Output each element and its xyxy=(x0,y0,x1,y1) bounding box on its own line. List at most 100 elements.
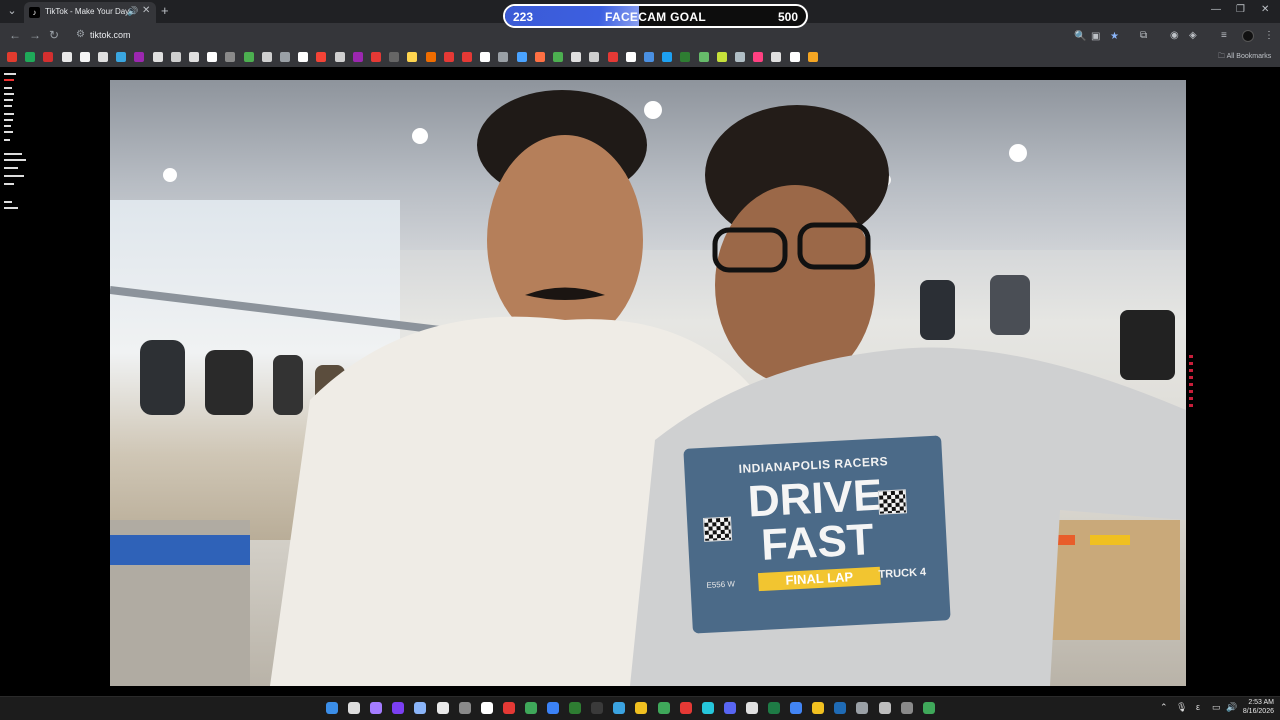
taskbar-app-icon[interactable] xyxy=(768,702,780,714)
bookmark-icon[interactable] xyxy=(753,52,764,62)
taskbar-app-icon[interactable] xyxy=(657,702,670,714)
bookmark-icon[interactable] xyxy=(389,52,400,62)
bookmark-icon[interactable] xyxy=(207,52,218,62)
bookmark-icon[interactable] xyxy=(98,52,108,62)
tray-overflow-icon[interactable]: ⌃ xyxy=(1160,702,1168,713)
taskbar-app-icon[interactable] xyxy=(591,702,604,714)
taskbar-app-icon[interactable] xyxy=(635,702,648,714)
bookmark-icon[interactable] xyxy=(498,52,509,62)
bookmark-icon[interactable] xyxy=(7,52,17,62)
sidebar-item[interactable] xyxy=(4,119,13,121)
bookmark-icon[interactable] xyxy=(662,52,673,62)
bookmark-icon[interactable] xyxy=(170,52,181,62)
more-menu-icon[interactable]: ⋮ xyxy=(1264,30,1274,41)
taskbar-app-icon[interactable] xyxy=(723,702,736,714)
taskbar-app-icon[interactable] xyxy=(812,702,825,714)
bookmark-icon[interactable] xyxy=(43,52,54,62)
forward-icon[interactable]: → xyxy=(29,29,41,41)
taskbar-app-icon[interactable] xyxy=(834,702,847,714)
mic-icon[interactable]: 🎙 xyxy=(1176,702,1187,713)
bookmark-icon[interactable] xyxy=(625,52,636,62)
bookmark-icon[interactable] xyxy=(61,52,72,62)
taskbar-app-icon[interactable] xyxy=(480,702,493,714)
zoom-icon[interactable]: 🔍 xyxy=(1074,31,1086,42)
address-bar[interactable]: ⚙ tiktok.com 🔍 ▣ ★ xyxy=(70,26,1119,45)
extensions-icon[interactable]: ⧉ xyxy=(1140,30,1147,41)
bookmark-icon[interactable] xyxy=(462,52,472,62)
bookmark-icon[interactable] xyxy=(553,52,563,62)
bookmark-icon[interactable] xyxy=(589,52,600,62)
speaker-icon[interactable]: 🔊 xyxy=(127,6,138,17)
bookmark-star-icon[interactable]: ★ xyxy=(1110,31,1119,42)
bookmark-icon[interactable] xyxy=(516,52,527,62)
sidebar-item[interactable] xyxy=(4,125,11,127)
search-icon[interactable] xyxy=(348,702,361,714)
bookmark-icon[interactable] xyxy=(480,52,491,62)
bookmark-icon[interactable] xyxy=(771,52,782,62)
taskbar-date[interactable]: 8/16/2026 xyxy=(1238,708,1274,715)
profile-avatar[interactable] xyxy=(1242,30,1254,42)
extension-b-icon[interactable]: ◈ xyxy=(1189,30,1197,41)
sidebar-item[interactable] xyxy=(4,183,14,185)
close-tab-icon[interactable]: ✕ xyxy=(142,5,150,16)
bookmark-icon[interactable] xyxy=(698,52,709,62)
bookmark-icon[interactable] xyxy=(280,52,290,62)
sidebar-item[interactable] xyxy=(4,73,16,75)
taskbar-time[interactable]: 2:53 AM xyxy=(1244,699,1274,706)
bookmark-icon[interactable] xyxy=(534,52,545,62)
bookmark-icon[interactable] xyxy=(116,52,127,62)
bookmark-icon[interactable] xyxy=(807,52,818,62)
site-info-icon[interactable]: ⚙ xyxy=(76,29,85,40)
sidebar-item[interactable] xyxy=(4,93,14,95)
taskbar-app-icon[interactable] xyxy=(900,702,913,714)
sidebar-item[interactable] xyxy=(4,105,12,107)
bookmark-icon[interactable] xyxy=(716,52,727,62)
bookmark-icon[interactable] xyxy=(189,52,199,62)
tab-search-icon[interactable]: ⌄ xyxy=(4,3,20,19)
bookmark-icon[interactable] xyxy=(425,52,436,62)
new-tab-button[interactable]: + xyxy=(161,3,169,19)
sidebar-item[interactable] xyxy=(4,99,13,101)
bookmark-icon[interactable] xyxy=(644,52,654,62)
bookmark-icon[interactable] xyxy=(79,52,90,62)
taskbar-app-icon[interactable] xyxy=(679,702,692,714)
address-text[interactable]: tiktok.com xyxy=(90,30,131,40)
side-scroll-indicator[interactable] xyxy=(1189,355,1193,410)
bookmark-icon[interactable] xyxy=(152,52,163,62)
bookmark-icon[interactable] xyxy=(334,52,345,62)
bookmark-icon[interactable] xyxy=(371,52,381,62)
bookmark-icon[interactable] xyxy=(735,52,745,62)
network-icon[interactable]: ▭ xyxy=(1212,702,1221,713)
bookmark-icon[interactable] xyxy=(789,52,800,62)
all-bookmarks-button[interactable]: 🗀 All Bookmarks xyxy=(1218,52,1271,63)
sidebar-item[interactable] xyxy=(4,175,24,177)
install-icon[interactable]: ▣ xyxy=(1091,31,1100,42)
bookmark-icon[interactable] xyxy=(316,52,327,62)
sidebar-item[interactable] xyxy=(4,131,13,133)
taskbar-app-icon[interactable] xyxy=(569,702,582,714)
minimize-icon[interactable]: — xyxy=(1211,4,1221,15)
taskbar-app-icon[interactable] xyxy=(547,702,559,714)
language-icon[interactable]: ε xyxy=(1196,702,1200,712)
bookmark-icon[interactable] xyxy=(607,52,618,62)
bookmark-icon[interactable] xyxy=(680,52,691,62)
taskbar-app-icon[interactable] xyxy=(790,702,803,714)
sidebar-item[interactable] xyxy=(4,201,12,203)
taskbar-app-icon[interactable] xyxy=(613,702,626,714)
taskbar-app-icon[interactable] xyxy=(502,702,515,714)
taskbar-app-icon[interactable] xyxy=(392,702,405,714)
sidebar-item[interactable] xyxy=(4,207,18,209)
volume-icon[interactable]: 🔊 xyxy=(1226,702,1237,713)
taskbar-app-icon[interactable] xyxy=(701,702,714,714)
bookmark-icon[interactable] xyxy=(134,52,145,62)
bookmark-icon[interactable] xyxy=(261,52,272,62)
tab-tiktok[interactable]: ♪ TikTok - Make Your Day 🔊 ✕ xyxy=(24,2,156,23)
close-window-icon[interactable]: ✕ xyxy=(1261,4,1269,15)
live-video[interactable]: INDIANAPOLIS RACERS DRIVE FAST FINAL LAP… xyxy=(110,80,1186,686)
back-icon[interactable]: ← xyxy=(9,29,21,41)
sidebar-item[interactable] xyxy=(4,153,22,155)
taskbar-app-icon[interactable] xyxy=(458,702,471,714)
taskbar-app-icon[interactable] xyxy=(524,702,537,714)
taskbar-app-icon[interactable] xyxy=(922,702,935,714)
taskbar-app-icon[interactable] xyxy=(370,702,383,714)
